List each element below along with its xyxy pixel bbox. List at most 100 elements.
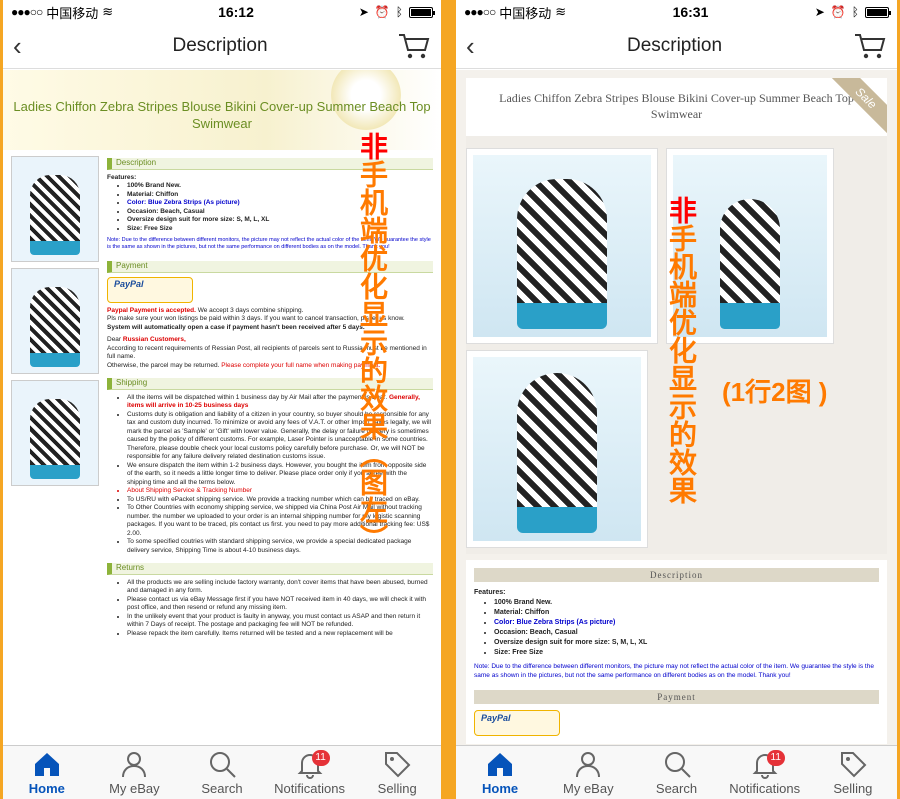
payment-accepted: Paypal Payment is accepted. — [107, 306, 196, 314]
tab-notifications[interactable]: 11 Notifications — [266, 746, 354, 799]
payment-text: System will automatically open a case if… — [107, 323, 365, 331]
back-icon[interactable]: ‹ — [466, 31, 496, 62]
tab-selling[interactable]: Selling — [353, 746, 441, 799]
clock: 16:12 — [218, 4, 254, 20]
tab-my-ebay[interactable]: My eBay — [91, 746, 179, 799]
payment-text: We accept 3 days combine shipping. — [197, 306, 304, 314]
tab-my-ebay[interactable]: My eBay — [544, 746, 632, 799]
features-list: 100% Brand New. Material: Chiffon Color:… — [474, 598, 879, 658]
location-icon: ➤ — [814, 5, 825, 19]
feature-item: Size: Free Size — [494, 648, 879, 658]
home-icon — [34, 753, 59, 776]
tab-home[interactable]: Home — [3, 746, 91, 799]
phone-right: ●●●○○ 中国移动 ≋ 16:31 ➤ ⏰ ᛒ ‹ Description Ladie… — [456, 0, 897, 799]
otherwise-text: Otherwise, the parcel may be returned. — [107, 361, 220, 369]
annotation-overlay: 非手机端优化显示的效果 — [666, 196, 697, 504]
tab-search[interactable]: Search — [632, 746, 720, 799]
phone-left: ●●●○○ 中国移动 ≋ 16:12 ➤ ⏰ ᛒ ‹ Description Ladie… — [3, 0, 441, 799]
product-image[interactable] — [466, 148, 658, 344]
wifi-icon: ≋ — [102, 4, 114, 19]
tag-icon — [385, 752, 411, 778]
feature-item: Color: Blue Zebra Strips (As picture) — [494, 618, 879, 628]
tab-label: Selling — [833, 781, 873, 796]
feature-item: Occasion: Beach, Casual — [494, 628, 879, 638]
bluetooth-icon: ᛒ — [395, 5, 403, 19]
thumbnail-column — [11, 156, 99, 638]
product-thumbnail[interactable] — [11, 156, 99, 262]
status-bar: ●●●○○ 中国移动 ≋ 16:31 ➤ ⏰ ᛒ — [456, 0, 897, 24]
location-icon: ➤ — [358, 5, 369, 19]
russian-customers: Russian Customers, — [122, 336, 186, 343]
signal-icon: ●●●○○ — [464, 5, 496, 19]
tab-search[interactable]: Search — [178, 746, 266, 799]
status-bar: ●●●○○ 中国移动 ≋ 16:12 ➤ ⏰ ᛒ — [3, 0, 441, 24]
section-description: Description — [474, 568, 879, 582]
tab-label: My eBay — [563, 781, 614, 796]
clock: 16:31 — [672, 4, 709, 20]
tab-label: Home — [482, 781, 519, 796]
returns-list: All the products we are selling include … — [107, 579, 433, 639]
product-image[interactable] — [466, 350, 648, 548]
listing-header: Ladies Chiffon Zebra Stripes Blouse Biki… — [466, 78, 887, 136]
search-icon — [209, 752, 236, 778]
tab-notifications[interactable]: 11 Notifications — [721, 746, 809, 799]
product-thumbnail[interactable] — [11, 380, 99, 486]
annotation-note: (1行2图 ) — [722, 377, 828, 407]
cart-icon[interactable] — [853, 32, 887, 60]
wifi-icon: ≋ — [555, 4, 567, 19]
carrier: 中国移动 — [499, 5, 552, 21]
listing-description[interactable]: Ladies Chiffon Zebra Stripes Blouse Biki… — [456, 70, 897, 745]
color-note: Note: Due to the difference between diff… — [474, 663, 874, 679]
notification-badge: 11 — [311, 750, 330, 766]
feature-item: Material: Chiffon — [494, 608, 879, 618]
tab-selling[interactable]: Selling — [809, 746, 897, 799]
feature-item: Oversize design suit for more size: S, M… — [494, 638, 879, 648]
listing-title: Ladies Chiffon Zebra Stripes Blouse Biki… — [13, 99, 431, 131]
nav-bar: ‹ Description — [456, 24, 897, 69]
battery-icon — [864, 6, 891, 18]
listing-description[interactable]: Ladies Chiffon Zebra Stripes Blouse Biki… — [3, 70, 441, 745]
tab-bar: Home My eBay Search 11 Notifications Sel… — [3, 745, 441, 799]
notification-badge: 11 — [766, 750, 785, 766]
tab-label: Selling — [377, 781, 417, 796]
bluetooth-icon: ᛒ — [851, 5, 859, 19]
search-icon — [664, 752, 691, 778]
tab-bar: Home My eBay Search 11 Notifications Sel… — [456, 745, 897, 799]
page-title: Description — [172, 35, 268, 56]
returns-item: Please repack the item carefully. Items … — [127, 630, 433, 639]
tab-label: Home — [28, 781, 65, 796]
feature-item: 100% Brand New. — [494, 598, 879, 608]
tab-label: Search — [201, 781, 243, 796]
section-returns: Returns — [107, 563, 433, 575]
alarm-icon: ⏰ — [830, 5, 846, 19]
tab-label: My eBay — [109, 781, 160, 796]
tag-icon — [840, 752, 867, 778]
person-icon — [122, 752, 147, 778]
description-text: Description Features: 100% Brand New. Ma… — [466, 560, 887, 744]
battery-icon — [408, 6, 435, 18]
signal-icon: ●●●○○ — [11, 5, 43, 19]
back-icon[interactable]: ‹ — [13, 31, 43, 62]
divider-strip — [441, 0, 456, 799]
annotation-overlay: 非手机端优化显示的效果（图左） — [357, 132, 388, 552]
person-icon — [576, 752, 601, 778]
dear-label: Dear — [107, 336, 122, 343]
tab-label: Search — [655, 781, 698, 796]
paypal-logo: PayPal — [107, 276, 193, 303]
section-payment: Payment — [474, 690, 879, 704]
listing-title: Ladies Chiffon Zebra Stripes Blouse Biki… — [499, 91, 854, 121]
tab-label: Notifications — [274, 781, 345, 796]
home-icon — [488, 753, 513, 776]
features-label: Features: — [107, 173, 137, 181]
returns-item: In the unlikely event that your product … — [127, 613, 433, 630]
tab-label: Notifications — [729, 781, 801, 796]
returns-item: All the products we are selling include … — [127, 579, 433, 596]
features-label: Features: — [474, 589, 506, 596]
nav-bar: ‹ Description — [3, 24, 441, 69]
product-thumbnail[interactable] — [11, 268, 99, 374]
tab-home[interactable]: Home — [456, 746, 544, 799]
image-grid: 非手机端优化显示的效果 (1行2图 ) — [466, 136, 887, 554]
cart-icon[interactable] — [397, 32, 431, 60]
alarm-icon: ⏰ — [374, 5, 390, 19]
paypal-logo: PayPal — [474, 710, 560, 736]
